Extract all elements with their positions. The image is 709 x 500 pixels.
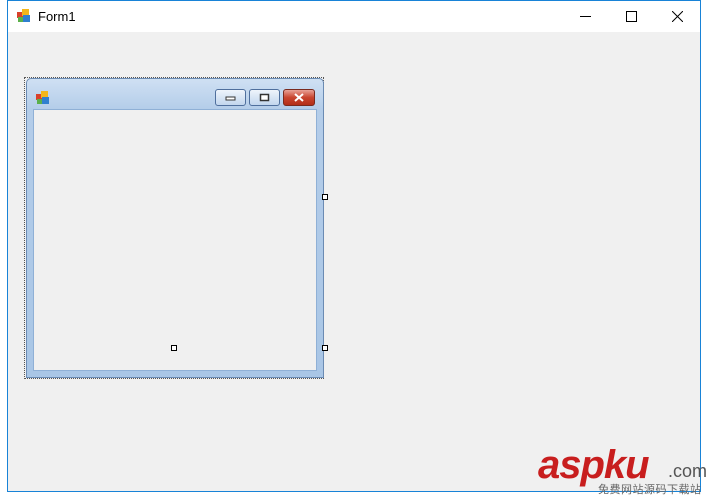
child-restore-button[interactable] (249, 89, 280, 106)
child-close-button[interactable] (283, 89, 315, 106)
minimize-icon (225, 96, 236, 100)
maximize-icon (625, 11, 637, 22)
close-icon (671, 11, 683, 22)
window-title: Form1 (38, 9, 76, 24)
child-client-area[interactable] (33, 109, 317, 371)
watermark-tagline: 免费网站源码下载站 (598, 483, 702, 496)
maximize-button[interactable] (608, 1, 654, 32)
form-client-area[interactable] (8, 32, 700, 491)
title-bar[interactable]: Form1 (8, 1, 700, 32)
child-minimize-button[interactable] (215, 89, 246, 106)
watermark: aspku .com 免费网站源码下载站 (538, 443, 708, 498)
minimize-icon (579, 16, 591, 17)
winforms-app-icon (36, 91, 49, 104)
child-title-bar[interactable] (27, 79, 323, 109)
close-icon (294, 93, 304, 102)
resize-handle-right[interactable] (322, 194, 328, 200)
mdi-child-form[interactable] (26, 78, 324, 378)
resize-handle-bottom-right[interactable] (322, 345, 328, 351)
restore-icon (259, 93, 270, 102)
close-button[interactable] (654, 1, 700, 32)
watermark-tld: .com (668, 461, 708, 481)
minimize-button[interactable] (562, 1, 608, 32)
winforms-app-icon (17, 9, 30, 22)
main-window: Form1 (7, 0, 701, 492)
resize-handle-bottom[interactable] (171, 345, 177, 351)
